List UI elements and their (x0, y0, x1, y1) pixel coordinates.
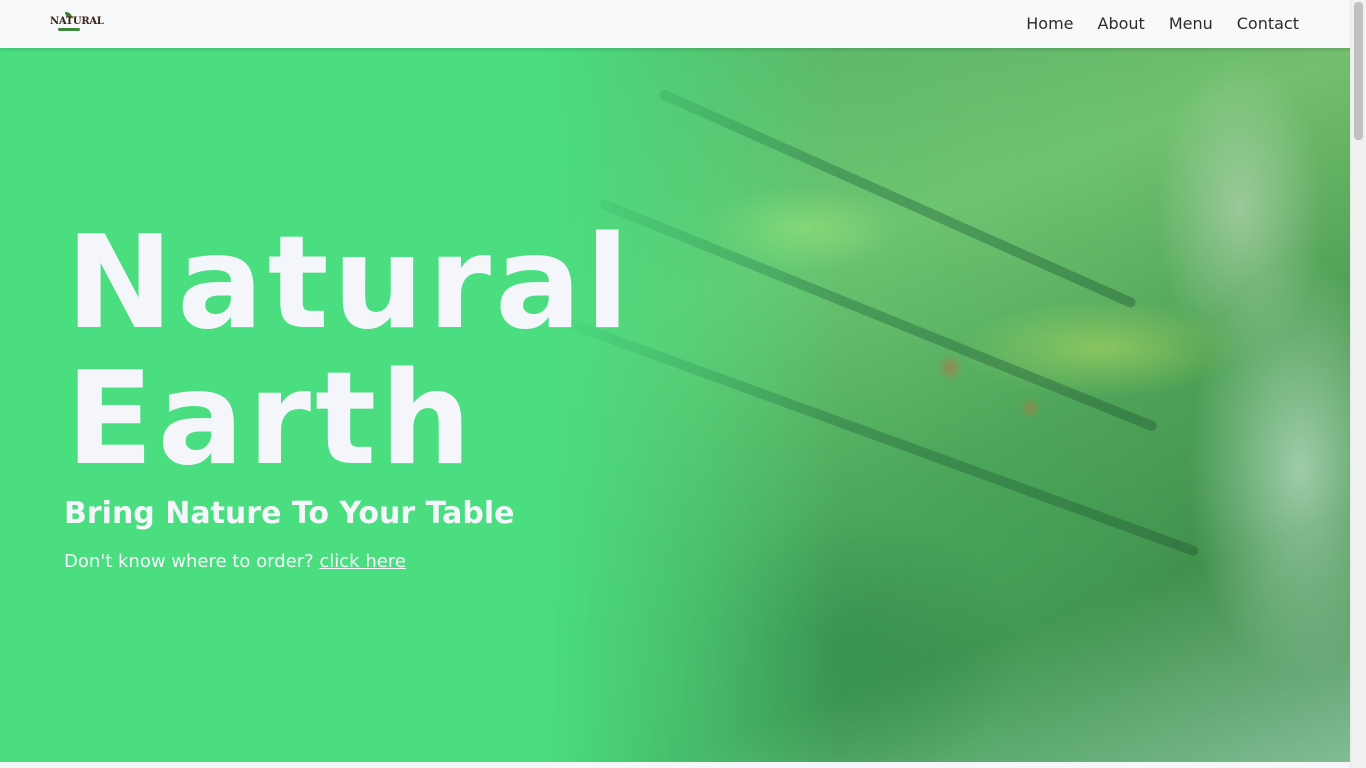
navbar: NATURAL Home About Menu Contact (0, 0, 1351, 48)
nav-link-home[interactable]: Home (1026, 13, 1073, 35)
brand-logo[interactable]: NATURAL (50, 12, 104, 34)
nav-link-contact[interactable]: Contact (1237, 13, 1299, 35)
logo-banner (58, 28, 80, 31)
hero-title: Natural Earth (66, 216, 629, 488)
nav-links: Home About Menu Contact (1026, 13, 1299, 35)
hero-title-line-1: Natural (66, 209, 634, 358)
logo-text: NATURAL (50, 16, 104, 27)
hero-section: Natural Earth Bring Nature To Your Table… (0, 48, 1351, 762)
page-scrollbar[interactable] (1350, 0, 1366, 768)
order-link[interactable]: click here (319, 551, 406, 572)
nav-link-about[interactable]: About (1098, 13, 1145, 35)
scrollbar-thumb[interactable] (1354, 2, 1363, 140)
order-prompt-text: Don't know where to order? (64, 551, 314, 572)
nav-link-menu[interactable]: Menu (1169, 13, 1213, 35)
page: NATURAL Home About Menu Contact Natural … (0, 0, 1366, 768)
hero-subtitle: Bring Nature To Your Table (64, 496, 515, 531)
order-prompt: Don't know where to order? click here (64, 550, 406, 574)
hero-title-line-2: Earth (66, 345, 476, 494)
